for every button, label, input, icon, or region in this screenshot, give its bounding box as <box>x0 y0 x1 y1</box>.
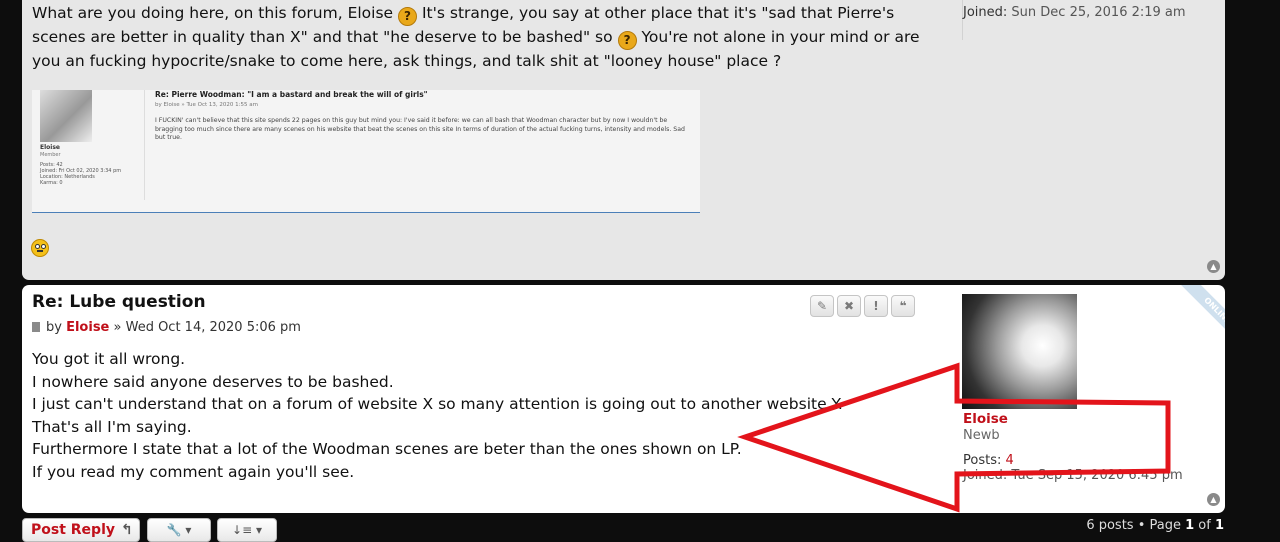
annotation-arrow <box>737 362 1171 513</box>
